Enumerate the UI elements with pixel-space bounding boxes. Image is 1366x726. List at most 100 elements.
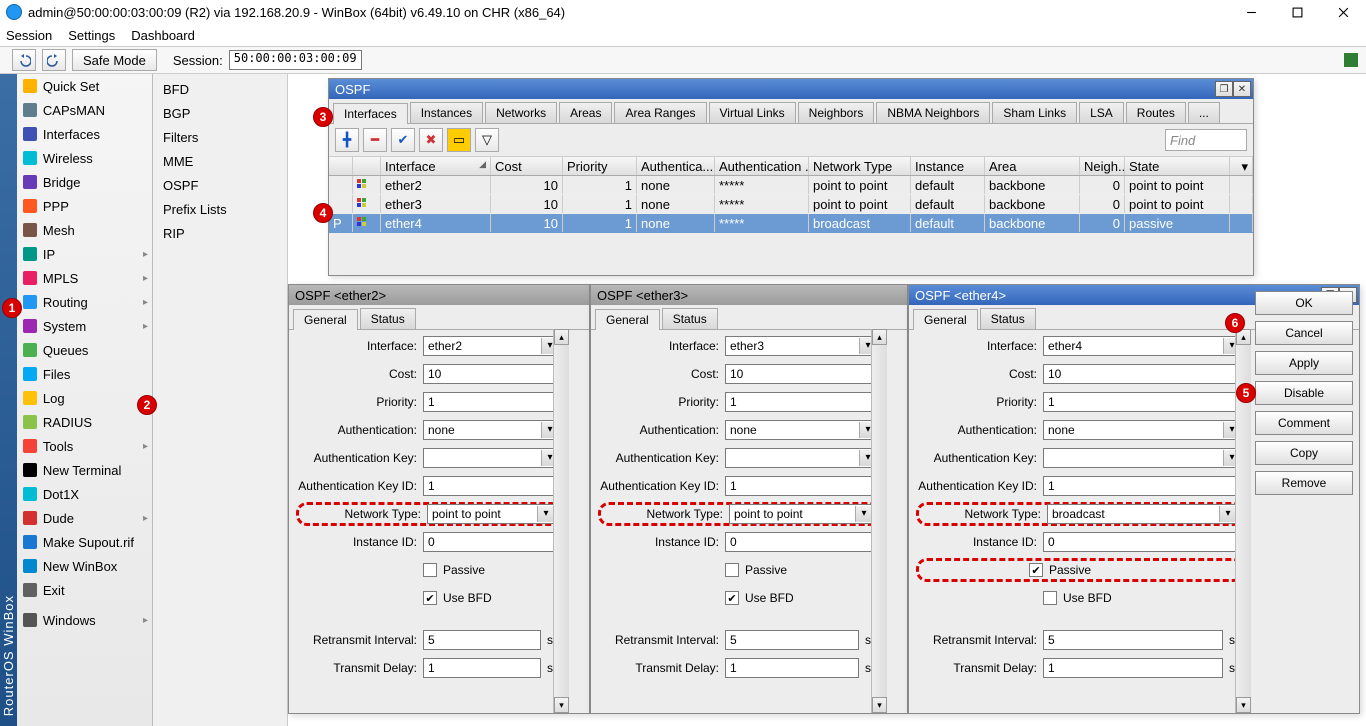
menu-dashboard[interactable]: Dashboard <box>131 28 195 43</box>
scroll-down-button[interactable]: ▾ <box>1236 697 1251 713</box>
submenu-bgp[interactable]: BGP <box>153 101 287 125</box>
ospf-restore-button[interactable]: ❐ <box>1215 81 1233 97</box>
interface-field[interactable]: ether4 <box>1043 336 1243 356</box>
auth-key-id-field[interactable]: 1 <box>1043 476 1243 496</box>
nav-capsman[interactable]: CAPsMAN <box>17 98 152 122</box>
tab-neighbors[interactable]: Neighbors <box>798 102 875 123</box>
submenu-bfd[interactable]: BFD <box>153 77 287 101</box>
tab-networks[interactable]: Networks <box>485 102 557 123</box>
nav-mpls[interactable]: MPLS▸ <box>17 266 152 290</box>
authentication-field[interactable]: none <box>725 420 879 440</box>
disable-button[interactable]: ✖ <box>419 128 443 152</box>
transmit-delay-field[interactable]: 1 <box>1043 658 1223 678</box>
authentication-field[interactable]: none <box>1043 420 1243 440</box>
nav-queues[interactable]: Queues <box>17 338 152 362</box>
table-row[interactable]: ether3 10 1 none ***** point to point de… <box>329 195 1253 214</box>
tab-general[interactable]: General <box>595 309 660 330</box>
auth-key-id-field[interactable]: 1 <box>725 476 879 496</box>
detail-window-header[interactable]: OSPF <ether2> <box>289 285 589 305</box>
auth-key-field[interactable] <box>725 448 879 468</box>
tab-status[interactable]: Status <box>980 308 1036 329</box>
tab-area-ranges[interactable]: Area Ranges <box>614 102 706 123</box>
col-priority[interactable]: Priority <box>563 157 637 175</box>
tab--[interactable]: ... <box>1188 102 1220 123</box>
priority-field[interactable]: 1 <box>725 392 879 412</box>
tab-interfaces[interactable]: Interfaces <box>333 103 408 124</box>
nav-interfaces[interactable]: Interfaces <box>17 122 152 146</box>
col-networktype[interactable]: Network Type <box>809 157 911 175</box>
interface-field[interactable]: ether3 <box>725 336 879 356</box>
instance-id-field[interactable]: 0 <box>423 532 561 552</box>
menu-settings[interactable]: Settings <box>68 28 115 43</box>
filter-button[interactable]: ▽ <box>475 128 499 152</box>
remove-button[interactable]: Remove <box>1255 471 1353 495</box>
retransmit-interval-field[interactable]: 5 <box>423 630 541 650</box>
submenu-prefix-lists[interactable]: Prefix Lists <box>153 197 287 221</box>
instance-id-field[interactable]: 0 <box>725 532 879 552</box>
nav-tools[interactable]: Tools▸ <box>17 434 152 458</box>
scroll-down-button[interactable]: ▾ <box>554 697 569 713</box>
nav-windows[interactable]: Windows▸ <box>17 608 152 632</box>
interface-field[interactable]: ether2 <box>423 336 561 356</box>
minimize-button[interactable] <box>1228 0 1274 24</box>
nav-mesh[interactable]: Mesh <box>17 218 152 242</box>
tab-sham-links[interactable]: Sham Links <box>992 102 1077 123</box>
undo-button[interactable] <box>12 49 36 71</box>
tab-status[interactable]: Status <box>360 308 416 329</box>
nav-ppp[interactable]: PPP <box>17 194 152 218</box>
nav-system[interactable]: System▸ <box>17 314 152 338</box>
auth-key-id-field[interactable]: 1 <box>423 476 561 496</box>
nav-dot1x[interactable]: Dot1X <box>17 482 152 506</box>
submenu-filters[interactable]: Filters <box>153 125 287 149</box>
use-bfd-checkbox[interactable]: ✔ <box>725 591 739 605</box>
tab-areas[interactable]: Areas <box>559 102 612 123</box>
find-input[interactable]: Find <box>1165 129 1247 151</box>
remove-button[interactable]: ━ <box>363 128 387 152</box>
use-bfd-checkbox[interactable] <box>1043 591 1057 605</box>
authentication-field[interactable]: none <box>423 420 561 440</box>
network-type-field[interactable]: broadcast <box>1047 504 1239 524</box>
scroll-up-button[interactable]: ▴ <box>554 329 569 345</box>
cost-field[interactable]: 10 <box>725 364 879 384</box>
disable-button[interactable]: Disable <box>1255 381 1353 405</box>
tab-instances[interactable]: Instances <box>410 102 483 123</box>
table-row[interactable]: P ether4 10 1 none ***** broadcast defau… <box>329 214 1253 233</box>
copy-button[interactable]: Copy <box>1255 441 1353 465</box>
col-state[interactable]: State <box>1125 157 1230 175</box>
nav-ip[interactable]: IP▸ <box>17 242 152 266</box>
col-instance[interactable]: Instance <box>911 157 985 175</box>
col-flag[interactable] <box>353 157 381 175</box>
scrollbar[interactable]: ▴▾ <box>871 329 887 713</box>
col-cost[interactable]: Cost <box>491 157 563 175</box>
tab-status[interactable]: Status <box>662 308 718 329</box>
detail-window-header[interactable]: OSPF <ether3> <box>591 285 907 305</box>
cancel-button[interactable]: Cancel <box>1255 321 1353 345</box>
passive-checkbox[interactable] <box>725 563 739 577</box>
apply-button[interactable]: Apply <box>1255 351 1353 375</box>
nav-bridge[interactable]: Bridge <box>17 170 152 194</box>
nav-make-supout.rif[interactable]: Make Supout.rif <box>17 530 152 554</box>
col-authentication[interactable]: Authentication ... <box>715 157 809 175</box>
nav-routing[interactable]: Routing▸ <box>17 290 152 314</box>
scroll-up-button[interactable]: ▴ <box>872 329 887 345</box>
table-row[interactable]: ether2 10 1 none ***** point to point de… <box>329 176 1253 195</box>
nav-radius[interactable]: RADIUS <box>17 410 152 434</box>
safe-mode-button[interactable]: Safe Mode <box>72 49 157 71</box>
passive-checkbox[interactable]: ✔ <box>1029 563 1043 577</box>
col-interface[interactable]: Interface◢ <box>381 157 491 175</box>
ospf-close-button[interactable]: ✕ <box>1233 81 1251 97</box>
redo-button[interactable] <box>42 49 66 71</box>
transmit-delay-field[interactable]: 1 <box>423 658 541 678</box>
add-button[interactable]: ╋ <box>335 128 359 152</box>
tab-routes[interactable]: Routes <box>1126 102 1186 123</box>
retransmit-interval-field[interactable]: 5 <box>1043 630 1223 650</box>
use-bfd-checkbox[interactable]: ✔ <box>423 591 437 605</box>
ospf-window-header[interactable]: OSPF ❐ ✕ <box>329 79 1253 99</box>
tab-nbma-neighbors[interactable]: NBMA Neighbors <box>876 102 990 123</box>
scrollbar[interactable]: ▴▾ <box>553 329 569 713</box>
cost-field[interactable]: 10 <box>1043 364 1243 384</box>
nav-quick-set[interactable]: Quick Set <box>17 74 152 98</box>
network-type-field[interactable]: point to point <box>729 504 875 524</box>
priority-field[interactable]: 1 <box>423 392 561 412</box>
nav-exit[interactable]: Exit <box>17 578 152 602</box>
